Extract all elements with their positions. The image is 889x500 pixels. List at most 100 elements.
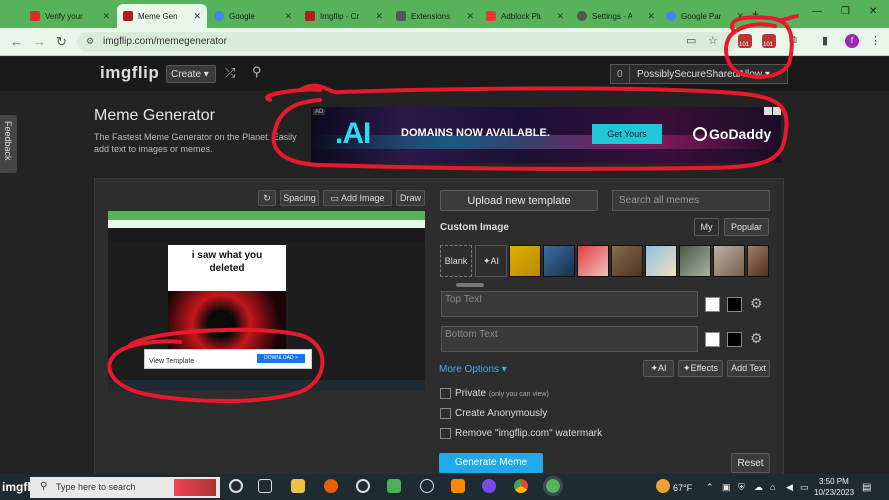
thumbnail-scrollbar[interactable]	[456, 283, 484, 287]
task-view-icon[interactable]	[258, 479, 272, 493]
top-text-input[interactable]: Top Text	[441, 291, 698, 317]
back-icon[interactable]: ←	[10, 34, 23, 49]
address-bar[interactable]: ⚙ imgflip.com/memegenerator	[77, 32, 737, 52]
effects-button[interactable]: ✦Effects	[678, 360, 723, 377]
search-memes-input[interactable]: Search all memes	[612, 190, 770, 211]
tab-extensions[interactable]: Extensions ✕	[390, 4, 480, 28]
meme-preview[interactable]: i saw what you deleted View Template DOW…	[108, 211, 425, 391]
shuffle-icon[interactable]: ⤮	[225, 65, 235, 81]
network-icon[interactable]: ⌂	[770, 482, 775, 492]
weather-icon[interactable]	[656, 479, 670, 493]
private-checkbox[interactable]	[440, 388, 451, 399]
template-thumbnail[interactable]	[679, 245, 711, 277]
spacing-button[interactable]: Spacing	[280, 190, 319, 206]
gear-icon[interactable]: ⚙	[750, 330, 763, 347]
outline-color-swatch[interactable]	[727, 332, 742, 347]
template-thumbnail[interactable]	[611, 245, 643, 277]
tab-meme-generator[interactable]: Meme Gene ✕	[117, 4, 207, 28]
profile-avatar[interactable]: f	[845, 34, 859, 48]
watermark-checkbox[interactable]	[440, 428, 451, 439]
add-image-button[interactable]: ▭ Add Image	[323, 190, 392, 206]
template-thumbnail[interactable]	[509, 245, 541, 277]
bottom-text-input[interactable]: Bottom Text	[441, 326, 698, 352]
tab-google-parental[interactable]: Google Par ✕	[660, 4, 750, 28]
close-icon[interactable]: ✕	[736, 11, 744, 22]
bookmark-star-icon[interactable]: ☆	[708, 34, 722, 48]
extension-badge-icon[interactable]: 101	[762, 34, 776, 48]
outline-color-swatch[interactable]	[727, 297, 742, 312]
close-icon[interactable]: ✕	[466, 11, 474, 22]
tab-popular[interactable]: Popular	[724, 218, 769, 236]
close-icon[interactable]: ✕	[102, 11, 110, 22]
generate-meme-button[interactable]: Generate Meme	[439, 453, 543, 473]
menu-kebab-icon[interactable]: ⋮	[870, 34, 884, 48]
tray-chevron-icon[interactable]: ⌃	[706, 482, 714, 493]
ad-close-icon[interactable]	[773, 107, 781, 115]
tab-imgflip-create[interactable]: Imgflip - Cr ✕	[299, 4, 389, 28]
edge-icon[interactable]	[356, 479, 370, 493]
text-color-swatch[interactable]	[705, 297, 720, 312]
tray-app-icon[interactable]: ▣	[722, 482, 731, 493]
close-icon[interactable]: ✕	[647, 11, 655, 22]
template-thumbnail[interactable]	[543, 245, 575, 277]
security-icon[interactable]: ⛨	[738, 482, 745, 493]
draw-button[interactable]: Draw	[396, 190, 425, 206]
taskbar-search-box[interactable]: ⚲ Type here to search	[30, 477, 220, 498]
new-tab-icon[interactable]: +	[752, 7, 759, 21]
side-panel-icon[interactable]: ▮	[822, 34, 836, 48]
blank-template[interactable]: Blank	[440, 245, 472, 277]
cloud-icon[interactable]: ☁	[754, 482, 763, 493]
gear-icon[interactable]: ⚙	[750, 295, 763, 312]
imgflip-logo[interactable]: imgflip	[100, 63, 159, 83]
template-thumbnail[interactable]	[645, 245, 677, 277]
tab-adblock[interactable]: Adblock Plu ✕	[480, 4, 570, 28]
forward-icon[interactable]: →	[33, 34, 46, 49]
battery-icon[interactable]: ▭	[800, 482, 809, 493]
ad-banner[interactable]: AD .AI DOMAINS NOW AVAILABLE. Get Yours …	[311, 107, 781, 163]
volume-icon[interactable]: ◀	[786, 482, 793, 493]
text-color-swatch[interactable]	[705, 332, 720, 347]
vlc-icon[interactable]	[451, 479, 465, 493]
chrome-icon[interactable]	[514, 479, 528, 493]
cortana-icon[interactable]	[229, 479, 243, 493]
add-text-button[interactable]: Add Text	[727, 360, 770, 377]
account-dropdown[interactable]: 0 PossiblySecureSharedAllow ▾	[610, 64, 788, 84]
ad-info-icon[interactable]	[764, 107, 772, 115]
chrome-active-icon[interactable]	[543, 476, 563, 496]
tab-my[interactable]: My	[694, 218, 719, 236]
upload-template-button[interactable]: Upload new template	[440, 190, 598, 211]
restore-icon[interactable]: ❐	[841, 6, 850, 17]
create-dropdown-button[interactable]: Create ▾	[166, 65, 216, 83]
firefox-icon[interactable]	[324, 479, 338, 493]
cast-icon[interactable]: ▭	[686, 34, 700, 48]
extension-badge-icon[interactable]: 101	[738, 34, 752, 48]
template-thumbnail[interactable]	[713, 245, 745, 277]
anonymous-checkbox[interactable]	[440, 408, 451, 419]
file-explorer-icon[interactable]	[291, 479, 305, 493]
feedback-tab[interactable]: Feedback	[0, 115, 17, 173]
reset-button[interactable]: Reset	[731, 453, 770, 473]
close-icon[interactable]: ✕	[556, 11, 564, 22]
reload-icon[interactable]: ↻	[56, 34, 67, 50]
music-app-icon[interactable]	[482, 479, 496, 493]
rotate-button[interactable]: ↻	[258, 190, 276, 206]
steam-icon[interactable]	[420, 479, 434, 493]
tab-settings[interactable]: Settings - A ✕	[571, 4, 661, 28]
minimize-icon[interactable]: —	[812, 6, 822, 17]
close-icon[interactable]: ✕	[375, 11, 383, 22]
ad-cta-button[interactable]: Get Yours	[592, 124, 662, 144]
search-icon[interactable]: ⚲	[252, 64, 262, 80]
ai-template[interactable]: ✦AI	[475, 245, 507, 277]
close-window-icon[interactable]: ✕	[869, 6, 877, 17]
template-thumbnail[interactable]	[577, 245, 609, 277]
tab-verify[interactable]: Verify your I ✕	[24, 4, 116, 28]
close-icon[interactable]: ✕	[284, 11, 292, 22]
minecraft-icon[interactable]	[387, 479, 401, 493]
tab-google[interactable]: Google ✕	[208, 4, 298, 28]
ai-text-button[interactable]: ✦AI	[643, 360, 674, 377]
extensions-puzzle-icon[interactable]: ⧉	[789, 34, 803, 48]
template-thumbnail[interactable]	[747, 245, 769, 277]
more-options-link[interactable]: More Options ▾	[439, 364, 507, 375]
close-icon[interactable]: ✕	[193, 11, 201, 22]
notifications-icon[interactable]: ▤	[862, 482, 871, 493]
